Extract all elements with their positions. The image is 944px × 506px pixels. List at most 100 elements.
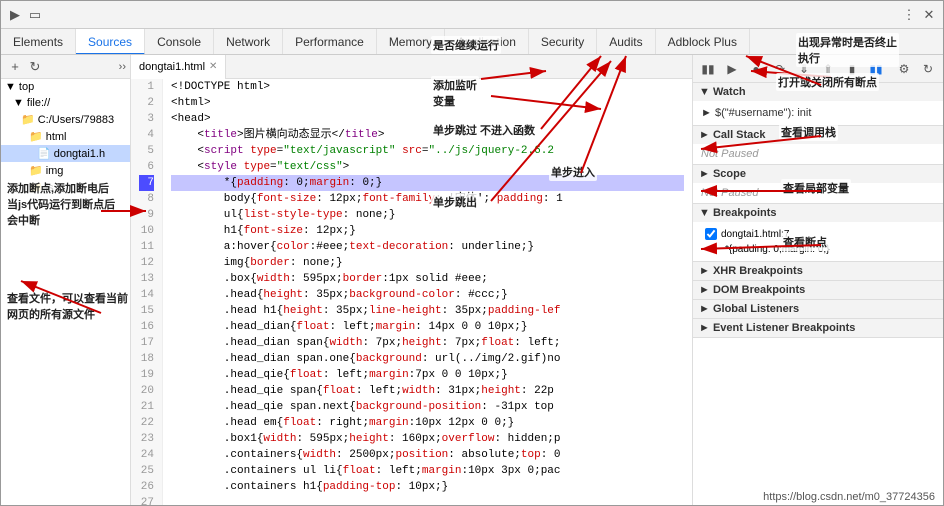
line-num-22: 22 [139,415,154,431]
line-num-11: 11 [139,239,154,255]
more-icon[interactable]: ⋮ [899,5,919,25]
line-num-4: 4 [139,127,154,143]
close-icon[interactable]: ✕ [919,5,939,25]
tree-item-file[interactable]: ▼ file:// [1,95,130,111]
code-line-12: img{border: none;} [171,255,684,271]
step-out-btn[interactable]: ⇑ [817,58,839,80]
line-num-8: 8 [139,191,154,207]
settings-btn[interactable]: ⚙ [893,58,915,80]
line-num-6: 6 [139,159,154,175]
breakpoints-header[interactable]: ▼ Breakpoints [693,204,943,222]
watch-chevron-item: ► [701,107,712,119]
callstack-header[interactable]: ► Call Stack [693,126,943,144]
code-lines: 1 2 3 4 5 6 7 8 9 10 11 12 13 14 [131,79,692,505]
tab-application[interactable]: Application [445,29,529,55]
watch-chevron: ▼ [699,86,710,98]
tree-label-js: js [46,182,54,194]
deactivate-btn[interactable]: ▮ [841,58,863,80]
watch-section: ▼ Watch ► $("#username"): init [693,83,943,126]
dom-header[interactable]: ► DOM Breakpoints [693,281,943,299]
tab-sources[interactable]: Sources [76,29,145,55]
watch-label: Watch [713,86,746,98]
bp-item-1: dongtai1.html:7 [701,226,935,242]
event-header[interactable]: ► Event Listener Breakpoints [693,319,943,337]
tree-item-html[interactable]: 📁 html [1,128,130,145]
tab-console[interactable]: Console [145,29,214,55]
inspect-icon[interactable]: ▶ [5,5,25,25]
watch-header[interactable]: ▼ Watch [693,83,943,101]
line-num-24: 24 [139,447,154,463]
xhr-chevron: ► [699,265,710,277]
folder-icon-html: 📁 [29,130,43,143]
scope-header[interactable]: ► Scope [693,165,943,183]
tab-memory[interactable]: Memory [377,29,445,55]
sources-sidebar: + ↻ ›› ▼ top ▼ file:// 📁 [1,55,131,505]
event-section: ► Event Listener Breakpoints [693,319,943,338]
editor-tab-dongtai[interactable]: dongtai1.html ✕ [131,55,226,79]
tab-performance[interactable]: Performance [283,29,377,55]
line-num-9: 9 [139,207,154,223]
tree-item-users[interactable]: 📁 C:/Users/79883 [1,111,130,128]
code-line-23: .box1{width: 595px;height: 160px;overflo… [171,431,684,447]
callstack-label: Call Stack [713,129,766,141]
callstack-content: Not Paused [693,144,943,164]
breakpoints-chevron: ▼ [699,207,710,219]
global-header[interactable]: ► Global Listeners [693,300,943,318]
code-line-21: .head_qie span.next{background-position:… [171,399,684,415]
tree-item-dongtai[interactable]: 📄 dongtai1.h [1,145,130,162]
tab-network[interactable]: Network [214,29,283,55]
breakpoints-content: dongtai1.html:7 *{padding: 0;margin: 0;} [693,222,943,261]
line-num-23: 23 [139,431,154,447]
scope-status: Not Paused [701,187,758,199]
tab-adblock[interactable]: Adblock Plus [656,29,750,55]
bp-item-2: *{padding: 0;margin: 0;} [701,242,935,257]
editor-tab-close[interactable]: ✕ [209,55,217,79]
event-chevron: ► [699,322,710,334]
tab-security[interactable]: Security [529,29,597,55]
bp-checkbox-1[interactable] [705,228,717,240]
code-line-22: .head em{float: right;margin:10px 12px 0… [171,415,684,431]
tree-item-img[interactable]: 📁 img [1,162,130,179]
step-over-btn[interactable]: ↷ [769,58,791,80]
code-line-17: .head_dian span{width: 7px;height: 7px;f… [171,335,684,351]
step-into-btn[interactable]: ⇓ [793,58,815,80]
code-line-7: *{padding: 0;margin: 0;} [171,175,684,191]
editor-content[interactable]: 1 2 3 4 5 6 7 8 9 10 11 12 13 14 [131,79,692,505]
debugger-panel: ▮▮ ▶ ● ↷ ⇓ ⇑ ▮ ▮▮ ⚙ ↻ ▼ Watch [693,55,943,505]
code-line-6: <style type="text/css"> [171,159,684,175]
scope-section: ► Scope Not Paused [693,165,943,204]
watch-content: ► $("#username"): init [693,101,943,125]
resume-btn[interactable]: ▶ [721,58,743,80]
code-line-26: .containers h1{padding-top: 10px;} [171,479,684,495]
line-num-14: 14 [139,287,154,303]
scope-content: Not Paused [693,183,943,203]
code-line-8: body{font-size: 12px;font-family: '宋体'; … [171,191,684,207]
device-icon[interactable]: ▭ [25,5,45,25]
devtools-window: ▶ ▭ ⋮ ✕ Elements Sources Console Network… [0,0,944,506]
line-num-18: 18 [139,351,154,367]
devtools-main: + ↻ ›› ▼ top ▼ file:// 📁 [1,55,943,505]
sync-icon[interactable]: ↻ [25,57,45,77]
pause-exception-btn[interactable]: ▮▮ [865,58,887,80]
file-icon-dongtai: 📄 [37,147,51,160]
line-numbers: 1 2 3 4 5 6 7 8 9 10 11 12 13 14 [131,79,163,505]
line-num-10: 10 [139,223,154,239]
code-line-10: h1{font-size: 12px;} [171,223,684,239]
code-line-2: <html> [171,95,684,111]
xhr-header[interactable]: ► XHR Breakpoints [693,262,943,280]
line-num-7: 7 [139,175,154,191]
scope-label: Scope [713,168,746,180]
global-chevron: ► [699,303,710,315]
code-editor: dongtai1.html ✕ 1 2 3 4 5 6 7 8 9 [131,55,693,505]
refresh-btn[interactable]: ↻ [917,58,939,80]
record-btn[interactable]: ● [745,58,767,80]
tab-audits[interactable]: Audits [597,29,655,55]
line-num-3: 3 [139,111,154,127]
line-num-15: 15 [139,303,154,319]
tab-elements[interactable]: Elements [1,29,76,55]
tab-bar: Elements Sources Console Network Perform… [1,29,943,55]
tree-item-top[interactable]: ▼ top [1,79,130,95]
new-file-icon[interactable]: + [5,57,25,77]
tree-item-js[interactable]: 📁 js [1,179,130,196]
pause-btn[interactable]: ▮▮ [697,58,719,80]
